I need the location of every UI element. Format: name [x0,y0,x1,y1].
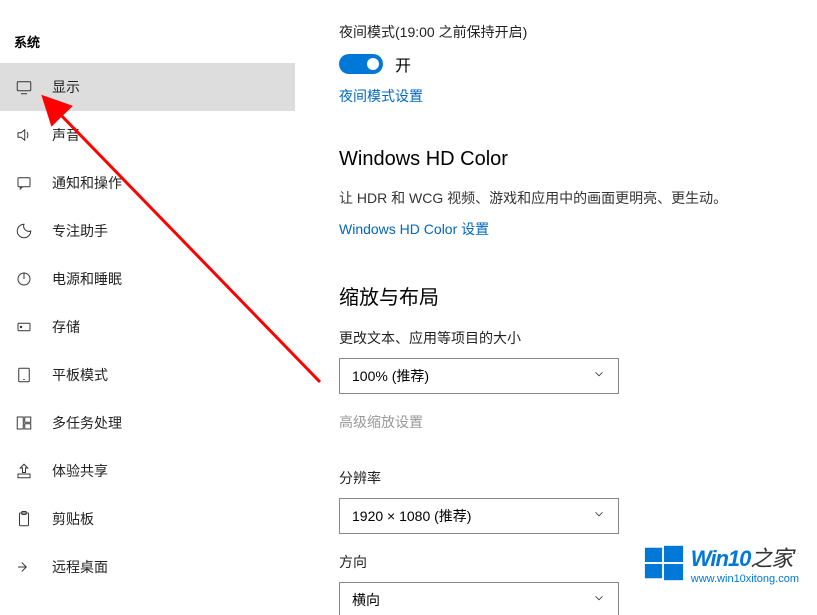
sidebar-item-label: 通知和操作 [52,173,122,193]
orientation-value: 横向 [352,590,380,610]
sidebar-item-label: 存储 [52,317,80,337]
tablet-icon [14,365,34,385]
night-mode-settings-link[interactable]: 夜间模式设置 [339,86,423,106]
sidebar-item-label: 剪贴板 [52,509,94,529]
notification-icon [14,173,34,193]
scale-select[interactable]: 100% (推荐) [339,358,619,394]
clipboard-icon [14,509,34,529]
toggle-label: 开 [395,52,411,76]
orientation-select[interactable]: 横向 [339,582,619,615]
hd-color-desc: 让 HDR 和 WCG 视频、游戏和应用中的画面更明亮、更生动。 [339,189,787,209]
resolution-value: 1920 × 1080 (推荐) [352,506,471,526]
sidebar-item-share[interactable]: 体验共享 [0,447,295,495]
sidebar-item-focus[interactable]: 专注助手 [0,207,295,255]
watermark-url: www.win10xitong.com [691,573,799,585]
sidebar-item-label: 声音 [52,125,80,145]
sidebar-item-label: 远程桌面 [52,557,108,577]
scale-value: 100% (推荐) [352,366,429,386]
sidebar-item-notifications[interactable]: 通知和操作 [0,159,295,207]
resolution-label: 分辨率 [339,468,787,488]
share-icon [14,461,34,481]
watermark: Win10之家 www.win10xitong.com [643,541,799,585]
sidebar: 系统 显示 声音 通知和操作 专注助手 [0,0,295,615]
sidebar-item-display[interactable]: 显示 [0,63,295,111]
sidebar-item-storage[interactable]: 存储 [0,303,295,351]
sidebar-heading: 系统 [14,32,295,51]
sidebar-item-label: 多任务处理 [52,413,122,433]
watermark-brand: Win10之家 [691,541,799,573]
sidebar-item-label: 平板模式 [52,365,108,385]
sidebar-item-label: 显示 [52,77,80,97]
multitask-icon [14,413,34,433]
sidebar-item-multitask[interactable]: 多任务处理 [0,399,295,447]
night-mode-label: 夜间模式(19:00 之前保持开启) [339,22,787,42]
focus-icon [14,221,34,241]
chevron-down-icon [592,591,606,608]
sound-icon [14,125,34,145]
hd-color-heading: Windows HD Color [339,148,787,171]
remote-icon [14,557,34,577]
sidebar-item-remote[interactable]: 远程桌面 [0,543,295,591]
hd-color-link[interactable]: Windows HD Color 设置 [339,219,489,239]
sidebar-item-tablet[interactable]: 平板模式 [0,351,295,399]
sidebar-item-clipboard[interactable]: 剪贴板 [0,495,295,543]
resolution-select[interactable]: 1920 × 1080 (推荐) [339,498,619,534]
toggle-switch [339,54,383,74]
sidebar-item-power[interactable]: 电源和睡眠 [0,255,295,303]
sidebar-item-label: 电源和睡眠 [52,269,122,289]
display-icon [14,77,34,97]
scale-heading: 缩放与布局 [339,281,787,310]
sidebar-item-label: 专注助手 [52,221,108,241]
sidebar-item-sound[interactable]: 声音 [0,111,295,159]
power-icon [14,269,34,289]
sidebar-item-label: 体验共享 [52,461,108,481]
chevron-down-icon [592,367,606,384]
storage-icon [14,317,34,337]
night-mode-toggle[interactable]: 开 [339,52,411,76]
scale-label: 更改文本、应用等项目的大小 [339,328,787,348]
main-content: 夜间模式(19:00 之前保持开启) 开 夜间模式设置 Windows HD C… [295,0,817,615]
windows-logo-icon [643,542,685,584]
chevron-down-icon [592,507,606,524]
advanced-scale-link[interactable]: 高级缩放设置 [339,412,423,432]
